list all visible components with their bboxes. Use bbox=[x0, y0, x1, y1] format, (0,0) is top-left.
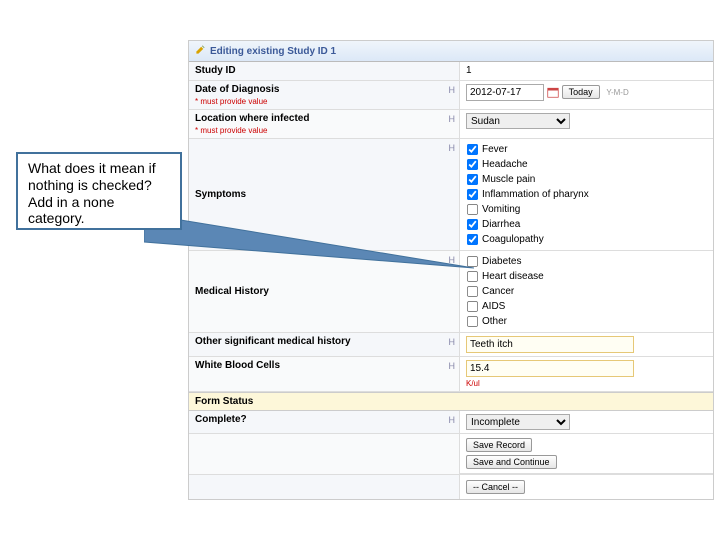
history-icon[interactable]: H bbox=[449, 85, 456, 95]
medical-history-checkbox[interactable] bbox=[467, 316, 478, 327]
row-date-of-diagnosis: Date of Diagnosis * must provide value H… bbox=[189, 81, 713, 110]
label-medical-history: Medical History bbox=[195, 286, 269, 297]
symptom-label: Coagulopathy bbox=[482, 234, 544, 245]
row-study-id: Study ID 1 bbox=[189, 62, 713, 81]
medical-history-item: Heart disease bbox=[466, 269, 707, 284]
form-status-header: Form Status bbox=[189, 392, 713, 411]
symptom-label: Headache bbox=[482, 159, 528, 170]
required-location: * must provide value bbox=[195, 126, 453, 135]
form-container: Editing existing Study ID 1 Study ID 1 D… bbox=[188, 40, 714, 500]
edit-icon bbox=[195, 44, 206, 58]
wbc-unit: K/ul bbox=[466, 379, 707, 388]
medical-history-label: Other bbox=[482, 316, 507, 327]
label-location: Location where infected bbox=[195, 113, 309, 124]
row-location: Location where infected * must provide v… bbox=[189, 110, 713, 139]
form-header-title: Editing existing Study ID 1 bbox=[210, 46, 336, 57]
history-icon[interactable]: H bbox=[449, 143, 456, 153]
symptom-item: Inflammation of pharynx bbox=[466, 187, 707, 202]
label-other-history: Other significant medical history bbox=[195, 336, 351, 347]
save-record-button[interactable]: Save Record bbox=[466, 438, 532, 452]
location-select[interactable]: Sudan bbox=[466, 113, 570, 129]
label-wbc: White Blood Cells bbox=[195, 360, 280, 371]
medical-history-item: AIDS bbox=[466, 299, 707, 314]
row-other-history: Other significant medical history H bbox=[189, 333, 713, 357]
row-complete: Complete? H Incomplete bbox=[189, 411, 713, 434]
symptom-item: Coagulopathy bbox=[466, 232, 707, 247]
row-save-buttons: Save Record Save and Continue bbox=[189, 434, 713, 475]
medical-history-list: Diabetes Heart disease Cancer AIDS Other bbox=[460, 251, 713, 332]
symptom-label: Vomiting bbox=[482, 204, 520, 215]
medical-history-label: AIDS bbox=[482, 301, 505, 312]
other-history-input[interactable] bbox=[466, 336, 634, 353]
symptom-item: Vomiting bbox=[466, 202, 707, 217]
medical-history-checkbox[interactable] bbox=[467, 256, 478, 267]
label-study-id: Study ID bbox=[195, 65, 236, 76]
symptom-item: Headache bbox=[466, 157, 707, 172]
symptom-checkbox[interactable] bbox=[467, 234, 478, 245]
symptom-item: Diarrhea bbox=[466, 217, 707, 232]
medical-history-checkbox[interactable] bbox=[467, 271, 478, 282]
required-date: * must provide value bbox=[195, 97, 453, 106]
symptom-label: Muscle pain bbox=[482, 174, 535, 185]
history-icon[interactable]: H bbox=[449, 361, 456, 371]
history-icon[interactable]: H bbox=[449, 114, 456, 124]
history-icon[interactable]: H bbox=[449, 255, 456, 265]
symptoms-list: Fever Headache Muscle pain Inflammation of … bbox=[460, 139, 713, 250]
row-cancel: -- Cancel -- bbox=[189, 475, 713, 499]
label-symptoms: Symptoms bbox=[195, 189, 246, 200]
symptom-checkbox[interactable] bbox=[467, 204, 478, 215]
row-symptoms: Symptoms H Fever Headache Muscle pain Infla… bbox=[189, 139, 713, 251]
medical-history-item: Diabetes bbox=[466, 254, 707, 269]
medical-history-checkbox[interactable] bbox=[467, 301, 478, 312]
form-header: Editing existing Study ID 1 bbox=[189, 41, 713, 62]
symptom-label: Diarrhea bbox=[482, 219, 520, 230]
medical-history-label: Diabetes bbox=[482, 256, 521, 267]
row-medical-history: Medical History H Diabetes Heart disease C… bbox=[189, 251, 713, 333]
wbc-input[interactable] bbox=[466, 360, 634, 377]
history-icon[interactable]: H bbox=[449, 337, 456, 347]
symptom-checkbox[interactable] bbox=[467, 189, 478, 200]
symptom-label: Fever bbox=[482, 144, 508, 155]
medical-history-item: Cancer bbox=[466, 284, 707, 299]
today-button[interactable]: Today bbox=[562, 85, 600, 99]
date-of-diagnosis-input[interactable] bbox=[466, 84, 544, 101]
date-format-hint: Y-M-D bbox=[606, 88, 628, 97]
callout-text: What does it mean if nothing is checked?… bbox=[28, 160, 156, 226]
calendar-icon[interactable] bbox=[547, 86, 559, 98]
value-study-id: 1 bbox=[466, 65, 472, 76]
history-icon[interactable]: H bbox=[449, 415, 456, 425]
label-complete: Complete? bbox=[195, 414, 247, 425]
save-continue-button[interactable]: Save and Continue bbox=[466, 455, 557, 469]
symptom-item: Muscle pain bbox=[466, 172, 707, 187]
complete-select[interactable]: Incomplete bbox=[466, 414, 570, 430]
symptom-checkbox[interactable] bbox=[467, 159, 478, 170]
medical-history-label: Cancer bbox=[482, 286, 514, 297]
medical-history-checkbox[interactable] bbox=[467, 286, 478, 297]
symptom-checkbox[interactable] bbox=[467, 144, 478, 155]
label-date-of-diagnosis: Date of Diagnosis bbox=[195, 84, 279, 95]
symptom-checkbox[interactable] bbox=[467, 174, 478, 185]
symptom-label: Inflammation of pharynx bbox=[482, 189, 589, 200]
cancel-button[interactable]: -- Cancel -- bbox=[466, 480, 525, 494]
symptom-checkbox[interactable] bbox=[467, 219, 478, 230]
symptom-item: Fever bbox=[466, 142, 707, 157]
callout-box: What does it mean if nothing is checked?… bbox=[16, 152, 182, 230]
medical-history-label: Heart disease bbox=[482, 271, 544, 282]
medical-history-item: Other bbox=[466, 314, 707, 329]
row-wbc: White Blood Cells H K/ul bbox=[189, 357, 713, 392]
